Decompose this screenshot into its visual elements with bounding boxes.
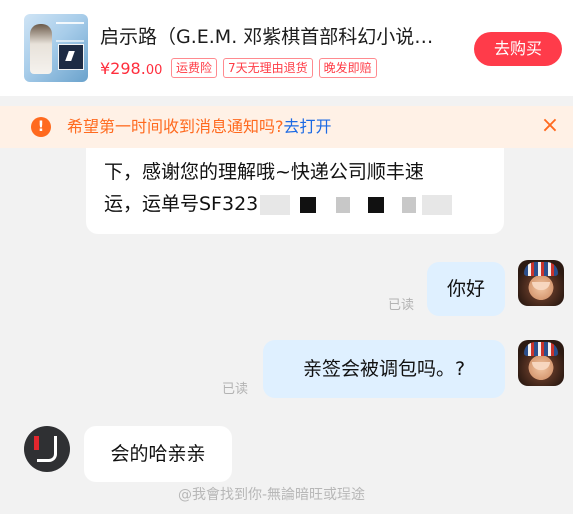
user-avatar[interactable]: [518, 340, 564, 386]
buy-button[interactable]: 去购买: [474, 32, 562, 66]
message-bubble-incoming[interactable]: 下，感谢您的理解哦~快递公司顺丰速 运，运单号SF323: [86, 148, 504, 234]
shop-avatar[interactable]: [24, 426, 70, 472]
message-line: 下，感谢您的理解哦~快递公司顺丰速: [104, 161, 424, 183]
shop-logo-icon: [34, 436, 57, 462]
message-bubble-incoming[interactable]: 会的哈亲亲: [84, 426, 232, 482]
message-line-with-tracking: 运，运单号SF323: [104, 188, 504, 220]
price-cents: 00: [145, 63, 163, 78]
product-price: ¥298.00: [100, 58, 162, 82]
redaction-mark: [336, 196, 351, 213]
redaction-mark: [300, 196, 317, 213]
product-title[interactable]: 启示路（G.E.M. 邓紫棋首部科幻小说…: [100, 24, 450, 50]
thumbnail-book-cover: [58, 44, 84, 70]
redaction-mark: [368, 196, 385, 213]
message-bubble-outgoing[interactable]: 亲签会被调包吗。?: [263, 340, 505, 398]
tag-shipping-insurance: 运费险: [171, 58, 218, 78]
product-card[interactable]: 启示路（G.E.M. 邓紫棋首部科幻小说… ¥298.00 运费险 7天无理由退…: [0, 0, 573, 96]
read-status: 已读: [388, 298, 415, 313]
thumbnail-figure: [30, 24, 52, 74]
warning-icon: !: [31, 117, 51, 137]
message-bubble-outgoing[interactable]: 你好: [427, 262, 505, 316]
tracking-text: 运，运单号SF323: [104, 193, 259, 215]
watermark: @我會找到你-無論暗旺或珵途: [178, 487, 366, 503]
thumbnail-text-lines: [56, 22, 84, 42]
redaction-mark: [260, 194, 291, 215]
redaction-mark: [402, 196, 417, 213]
tag-late-ship-compensation: 晚发即赔: [318, 58, 377, 78]
user-avatar[interactable]: [518, 260, 564, 306]
service-tags: 运费险 7天无理由退货 晚发即赔: [171, 58, 377, 78]
product-thumbnail[interactable]: [24, 14, 88, 82]
redaction-mark: [422, 194, 453, 215]
read-status: 已读: [222, 382, 249, 397]
price-main: ¥298.: [100, 59, 146, 78]
notification-banner: ! 希望第一时间收到消息通知吗?去打开 ×: [0, 106, 573, 148]
notification-text: 希望第一时间收到消息通知吗?去打开: [67, 116, 332, 138]
tag-seven-day-return: 7天无理由退货: [223, 58, 313, 78]
notification-question: 希望第一时间收到消息通知吗?: [67, 117, 284, 136]
open-notifications-link[interactable]: 去打开: [284, 117, 332, 136]
close-icon[interactable]: ×: [538, 114, 562, 138]
